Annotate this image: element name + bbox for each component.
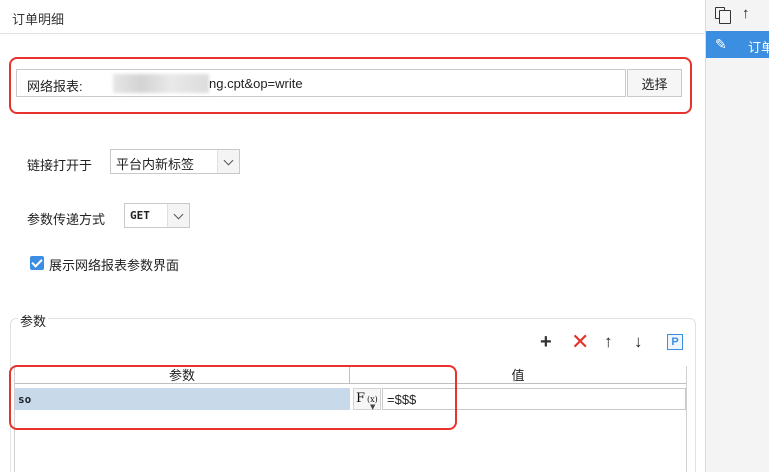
url-label: 网络报表: — [27, 79, 83, 94]
annotation-box-params — [9, 365, 457, 430]
params-title: 参数 — [18, 311, 49, 330]
redacted-blur — [113, 74, 209, 93]
arrow-down-icon[interactable]: ↓ — [634, 332, 643, 352]
list-item-selected[interactable]: ✎ 订单 — [706, 31, 769, 58]
list-item-label: 订单 — [748, 40, 769, 55]
right-toolbar: ↑ — [706, 0, 769, 28]
chevron-down-icon[interactable] — [217, 150, 239, 173]
select-button[interactable]: 选择 — [627, 69, 682, 97]
dialog-header: 订单明细 — [0, 0, 705, 34]
chevron-down-icon[interactable] — [167, 204, 189, 227]
arrow-up-icon[interactable]: ↑ — [604, 332, 613, 352]
open-link-label: 链接打开于 — [27, 158, 93, 173]
add-icon[interactable]: + — [540, 332, 552, 352]
open-link-value: 平台内新标签 — [116, 157, 195, 172]
pencil-icon: ✎ — [715, 36, 727, 52]
url-row: 网络报表: ng.cpt&op=write 选择 — [16, 69, 684, 97]
parameter-icon[interactable]: P — [667, 334, 683, 350]
parameter-dialog: 订单明细 网络报表: ng.cpt&op=write 选择 链接打开于 平台内新… — [0, 0, 705, 472]
page-title: 订单明细 — [12, 12, 65, 27]
delete-icon[interactable]: ✕ — [571, 331, 589, 353]
param-pass-label: 参数传递方式 — [27, 212, 106, 227]
right-panel: ↑ ✎ 订单 — [705, 0, 769, 472]
url-value: ng.cpt&op=write — [209, 76, 303, 91]
param-pass-value: GET — [130, 209, 150, 222]
open-link-dropdown[interactable]: 平台内新标签 — [110, 149, 240, 174]
copy-icon[interactable] — [715, 7, 731, 24]
show-params-label: 展示网络报表参数界面 — [49, 258, 180, 273]
show-params-checkbox[interactable] — [30, 256, 44, 270]
arrow-up-icon[interactable]: ↑ — [742, 5, 750, 22]
url-field[interactable]: 网络报表: ng.cpt&op=write — [16, 69, 626, 97]
param-pass-dropdown[interactable]: GET — [124, 203, 190, 228]
